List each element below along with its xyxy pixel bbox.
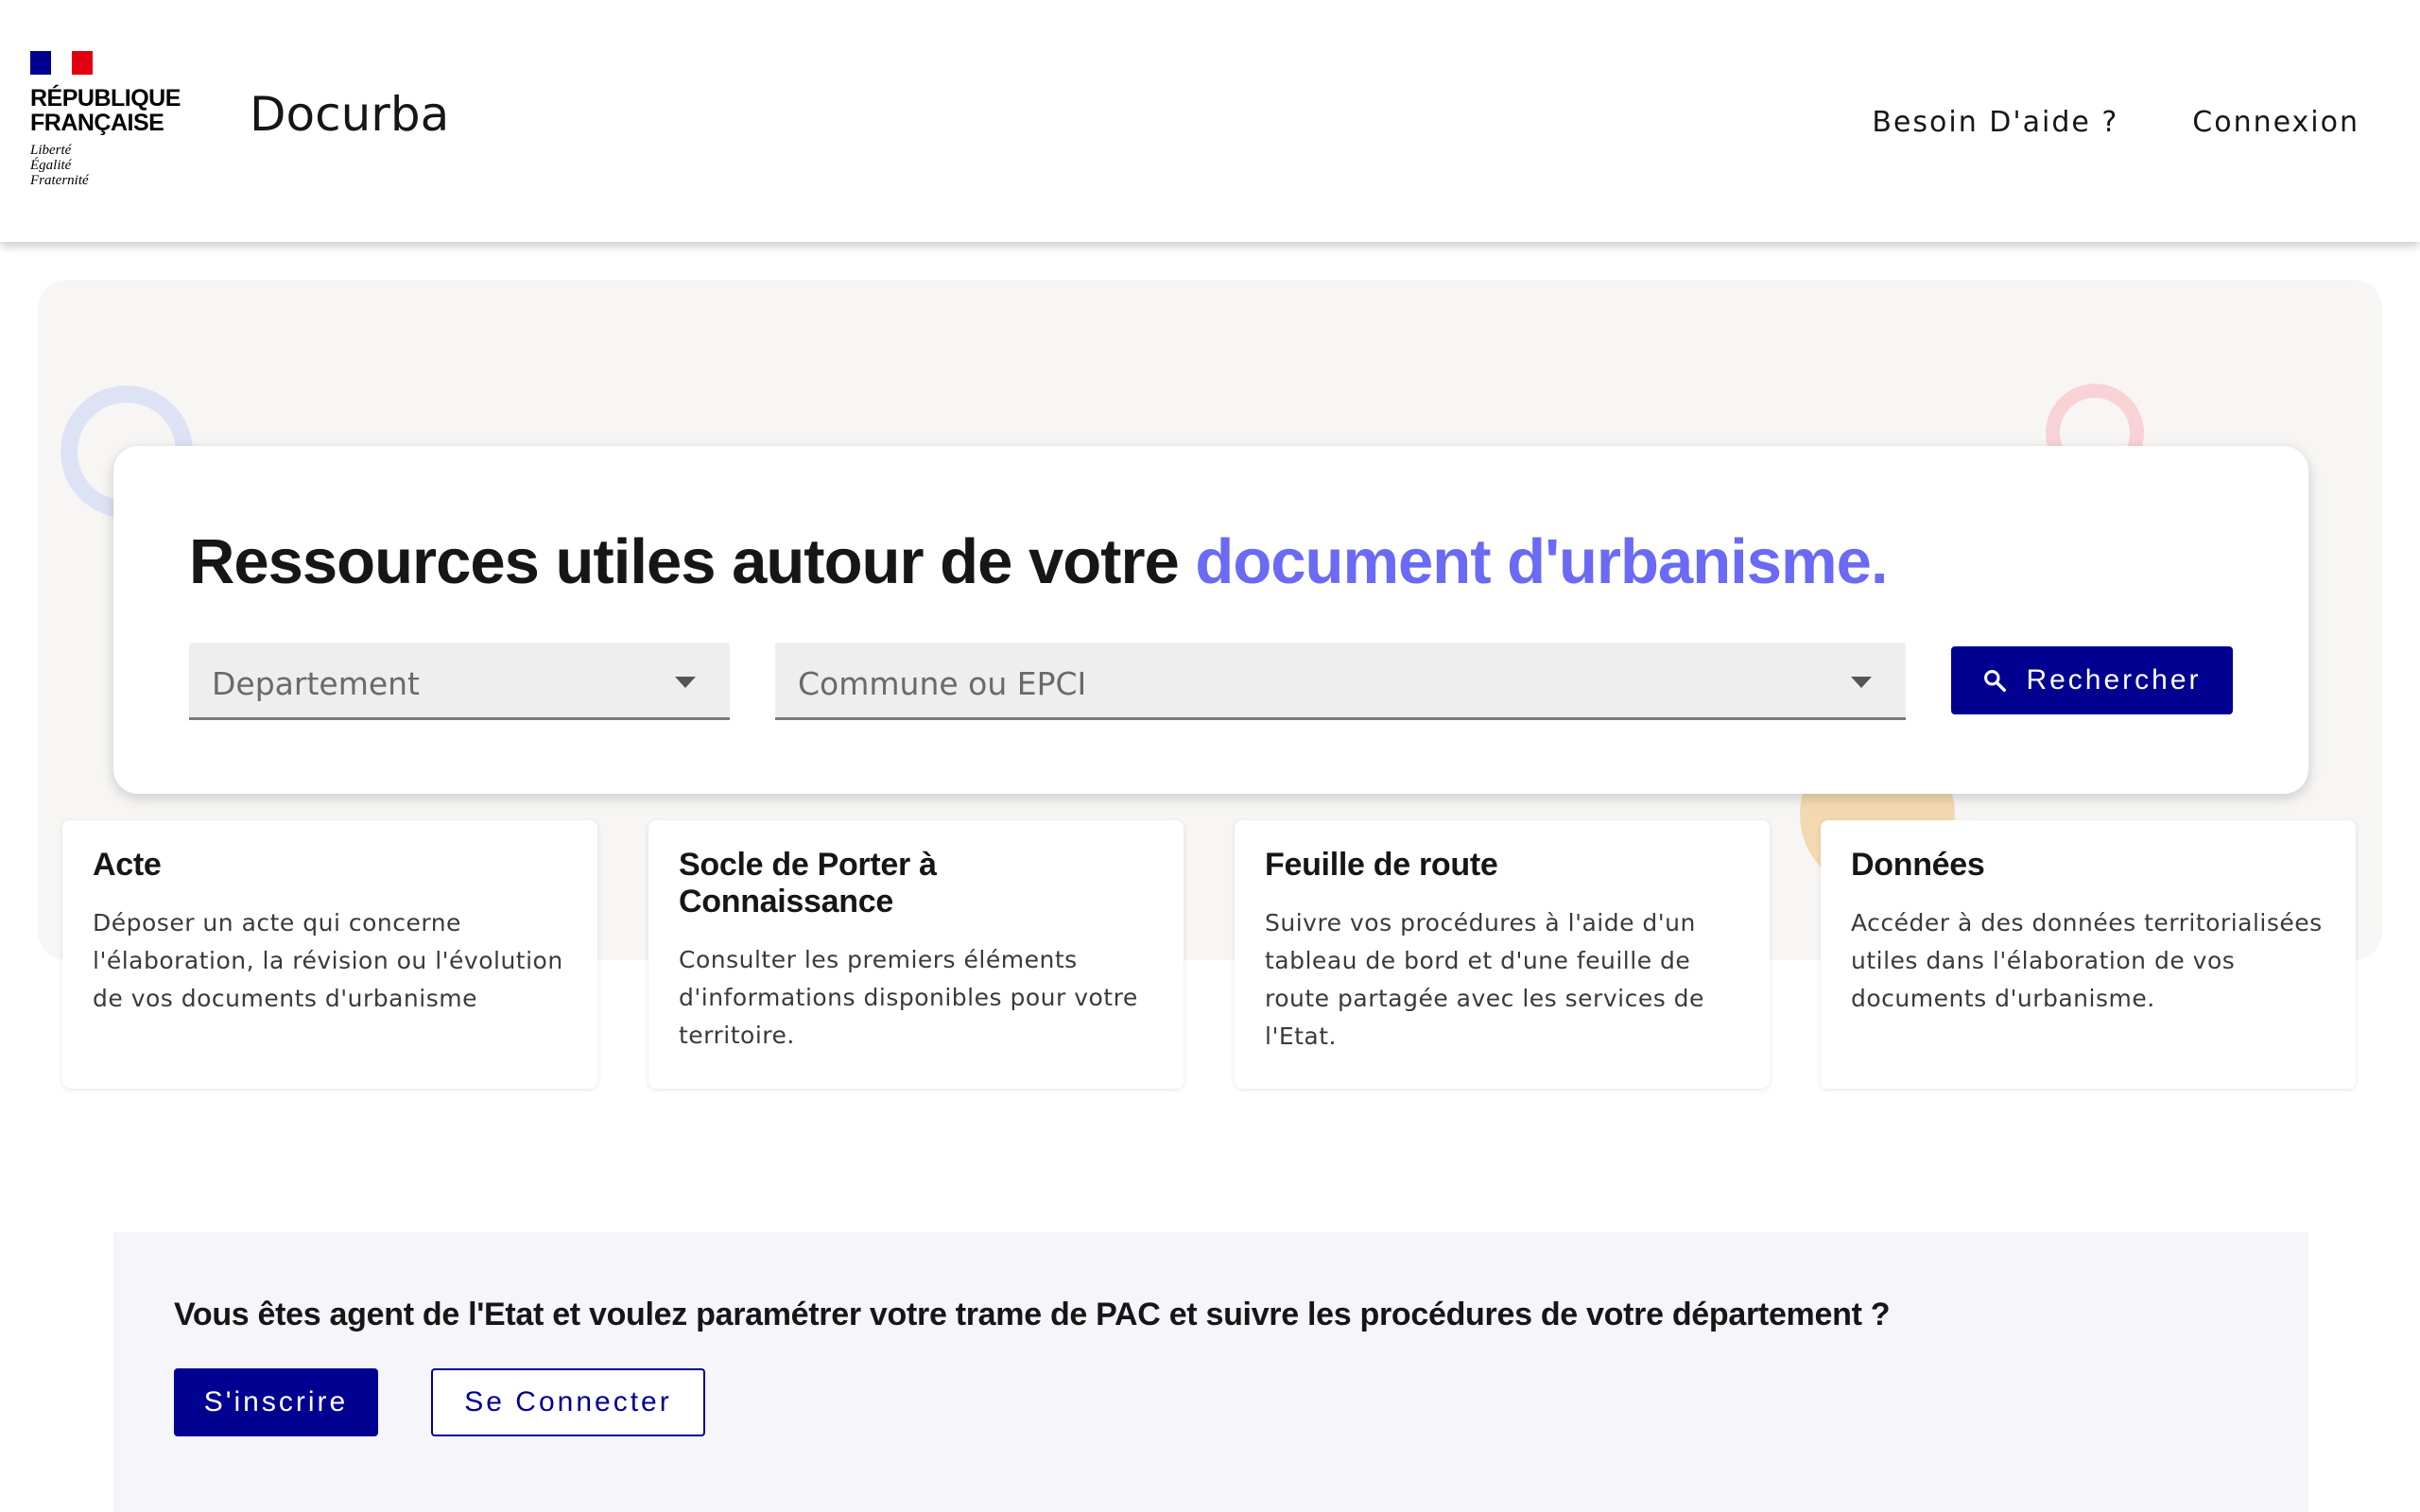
card-description: Consulter les premiers éléments d'inform… <box>679 946 1138 1049</box>
logo-line-1: RÉPUBLIQUE <box>30 85 181 112</box>
state-agent-section: Vous êtes agent de l'Etat et voulez para… <box>113 1232 2308 1512</box>
card-socle-pac[interactable]: Socle de Porter à Connaissance Consulter… <box>648 820 1184 1089</box>
signin-button[interactable]: Se Connecter <box>431 1368 705 1436</box>
card-title: Socle de Porter à Connaissance <box>679 847 937 919</box>
site-header: RÉPUBLIQUE FRANÇAISE Liberté Égalité Fra… <box>0 0 2420 242</box>
card-title: Données <box>1851 847 1985 883</box>
card-title: Acte <box>93 847 162 883</box>
card-title: Feuille de route <box>1265 847 1498 883</box>
department-select-placeholder: Departement <box>212 665 420 702</box>
motto-egalite: Égalité <box>30 158 72 173</box>
signup-button[interactable]: S'inscrire <box>174 1368 378 1436</box>
marianne-flag-icon <box>30 51 93 75</box>
chevron-down-icon <box>1851 677 1872 688</box>
search-button[interactable]: Rechercher <box>1951 646 2233 714</box>
card-description: Accéder à des données territorialisées u… <box>1851 909 2323 1012</box>
hero-title-accent: document d'urbanisme. <box>1195 526 1888 597</box>
chevron-down-icon <box>675 677 696 688</box>
search-icon <box>1982 668 2007 693</box>
site-title[interactable]: Docurba <box>250 87 449 142</box>
department-select[interactable]: Departement <box>189 643 730 720</box>
republique-francaise-logo[interactable]: RÉPUBLIQUE FRANÇAISE Liberté Égalité Fra… <box>30 51 191 188</box>
card-feuille-de-route[interactable]: Feuille de route Suivre vos procédures à… <box>1235 820 1770 1089</box>
feature-cards: Acte Déposer un acte qui concerne l'élab… <box>62 820 2358 1089</box>
card-donnees[interactable]: Données Accéder à des données territoria… <box>1821 820 2356 1089</box>
help-link[interactable]: Besoin D'aide ? <box>1872 106 2118 139</box>
hero-title: Ressources utiles autour de votre docume… <box>189 525 1888 598</box>
card-description: Suivre vos procédures à l'aide d'un tabl… <box>1265 909 1704 1050</box>
agent-question: Vous êtes agent de l'Etat et voulez para… <box>174 1297 1891 1332</box>
search-card: Ressources utiles autour de votre docume… <box>113 446 2308 794</box>
commune-select[interactable]: Commune ou EPCI <box>775 643 1906 720</box>
card-acte[interactable]: Acte Déposer un acte qui concerne l'élab… <box>62 820 597 1089</box>
motto-fraternite: Fraternité <box>30 173 89 188</box>
login-link[interactable]: Connexion <box>2192 106 2360 139</box>
motto-liberte: Liberté <box>30 143 72 158</box>
header-nav: Besoin D'aide ? Connexion <box>1872 106 2360 139</box>
search-button-label: Rechercher <box>2026 664 2202 696</box>
commune-select-placeholder: Commune ou EPCI <box>798 665 1087 702</box>
hero-title-main: Ressources utiles autour de votre <box>189 526 1180 597</box>
logo-text: RÉPUBLIQUE FRANÇAISE <box>30 86 191 135</box>
logo-motto: Liberté Égalité Fraternité <box>30 143 191 188</box>
logo-line-2: FRANÇAISE <box>30 110 164 136</box>
card-description: Déposer un acte qui concerne l'élaborati… <box>93 909 563 1012</box>
